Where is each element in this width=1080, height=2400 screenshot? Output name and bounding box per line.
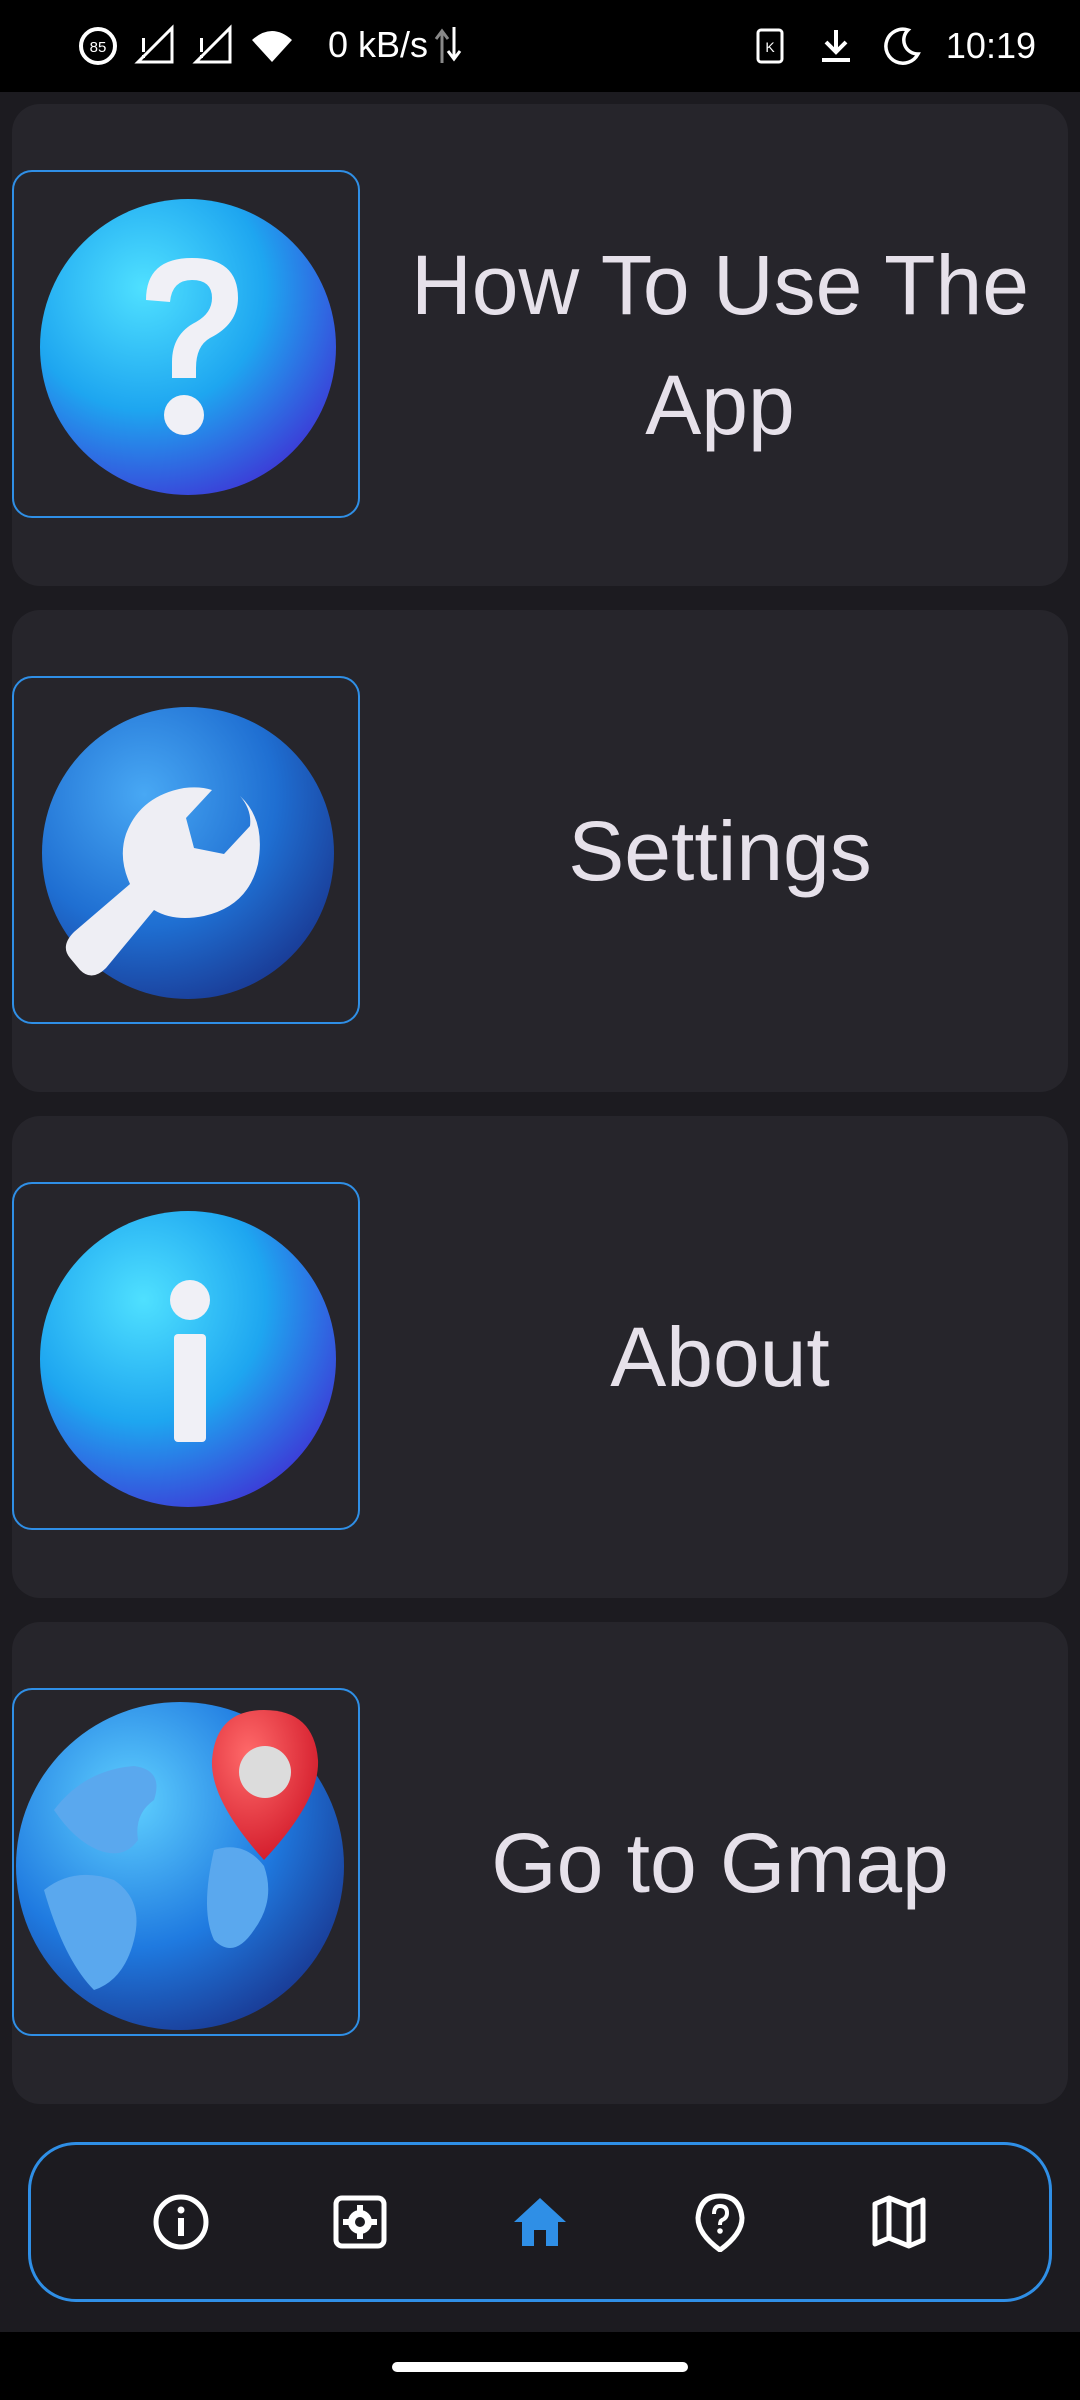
card-icon-frame: [12, 676, 360, 1024]
svg-text:85: 85: [90, 39, 107, 56]
network-speed: 0 kB/s: [328, 24, 462, 66]
menu-card-settings[interactable]: Settings: [12, 610, 1068, 1092]
settings-icon: [333, 2195, 387, 2249]
dnd-moon-icon: [880, 24, 924, 68]
data-arrows-icon: [434, 25, 462, 65]
status-bar: 85 0 kB/s K 10:19: [0, 0, 1080, 92]
gesture-bar: [0, 2332, 1080, 2400]
download-icon: [814, 24, 858, 68]
battery-saver-icon: 85: [76, 24, 120, 68]
card-icon-frame: [12, 1182, 360, 1530]
question-icon: [40, 199, 336, 495]
nav-map-button[interactable]: [863, 2186, 935, 2258]
nav-home-button[interactable]: [504, 2186, 576, 2258]
bottom-navigation: [28, 2142, 1052, 2302]
wifi-icon: [250, 24, 294, 68]
status-left: 85: [76, 18, 294, 74]
menu-card-how-to-use[interactable]: How To Use The App: [12, 104, 1068, 586]
signal-no-data-icon: [134, 24, 178, 68]
map-icon: [872, 2195, 926, 2249]
nav-how-to-use-button[interactable]: [684, 2186, 756, 2258]
card-icon-frame: [12, 170, 360, 518]
card-label: Settings: [568, 804, 872, 898]
status-right: K 10:19: [748, 18, 1036, 74]
home-indicator[interactable]: [392, 2362, 688, 2372]
svg-text:K: K: [765, 39, 775, 55]
home-icon: [513, 2198, 566, 2246]
card-label: About: [610, 1310, 830, 1404]
wrench-icon: [42, 707, 334, 999]
nav-about-button[interactable]: [145, 2186, 217, 2258]
card-label: How To Use The App: [411, 238, 1029, 452]
location-help-icon: [695, 2193, 745, 2252]
globe-pin-icon: [16, 1702, 344, 2030]
info-icon: [153, 2194, 209, 2250]
info-icon: [40, 1211, 336, 1507]
menu-card-about[interactable]: About: [12, 1116, 1068, 1598]
card-label: Go to Gmap: [491, 1816, 949, 1910]
signal-no-data-icon: [192, 24, 236, 68]
menu-card-gmap[interactable]: Go to Gmap: [12, 1622, 1068, 2104]
card-icon-frame: [12, 1688, 360, 2036]
sim-icon: K: [748, 24, 792, 68]
clock: 10:19: [945, 25, 1036, 66]
nav-settings-button[interactable]: [324, 2186, 396, 2258]
network-speed-text: 0 kB/s: [328, 24, 429, 65]
